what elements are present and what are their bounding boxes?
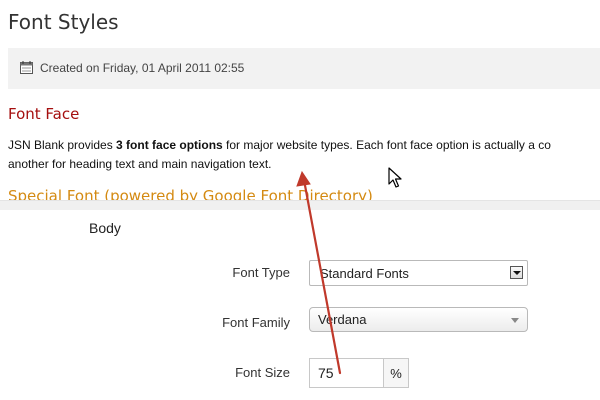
article-area: Font Styles Created on Friday, 01 April … (0, 0, 600, 204)
font-family-select[interactable]: Verdana (309, 307, 528, 332)
paragraph-bold-text: 3 font face options (116, 138, 223, 152)
paragraph-text: for major website types. Each font face … (222, 138, 551, 152)
chevron-down-icon[interactable] (510, 266, 523, 279)
font-family-value: Verdana (318, 312, 367, 327)
font-type-select[interactable]: Standard Fonts (309, 260, 528, 286)
chevron-down-icon (511, 318, 519, 323)
mouse-pointer-icon (388, 167, 402, 188)
page-title: Font Styles (8, 10, 119, 34)
article-meta-bar: Created on Friday, 01 April 2011 02:55 (8, 48, 600, 89)
created-date: Created on Friday, 01 April 2011 02:55 (40, 61, 245, 75)
font-size-input[interactable]: 75 (309, 358, 383, 388)
font-settings-panel: Body Font Type Standard Fonts Font Famil… (0, 210, 600, 400)
font-type-value: Standard Fonts (320, 266, 409, 281)
font-size-label: Font Size (235, 365, 290, 380)
group-label-body: Body (89, 220, 121, 236)
font-size-unit: % (383, 358, 409, 388)
article-paragraph: JSN Blank provides 3 font face options f… (8, 136, 600, 174)
paragraph-text: JSN Blank provides (8, 138, 117, 152)
paragraph-text: another for heading text and main naviga… (8, 157, 272, 171)
font-type-label: Font Type (232, 265, 290, 280)
calendar-icon (20, 61, 33, 74)
font-family-label: Font Family (222, 315, 290, 330)
section-title-font-face: Font Face (8, 105, 80, 123)
